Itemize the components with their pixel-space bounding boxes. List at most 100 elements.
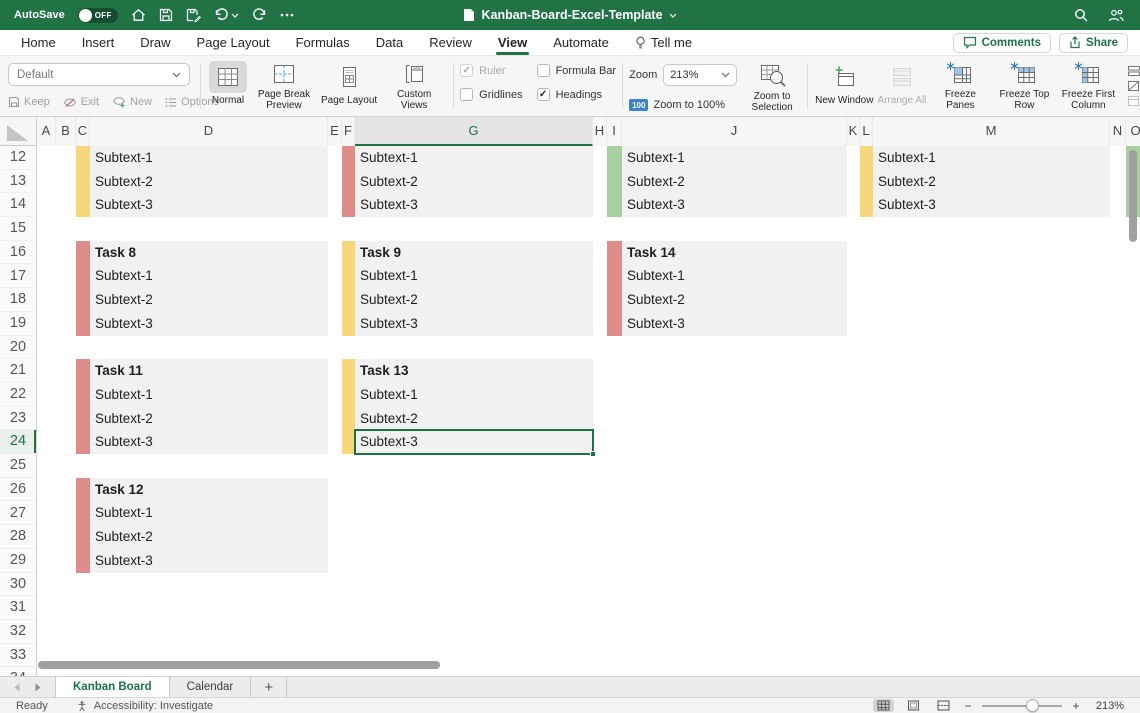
cell-subtext[interactable]: Subtext-1 — [878, 146, 1110, 170]
cell-subtext[interactable]: Subtext-2 — [627, 170, 847, 194]
cell-subtext[interactable]: Subtext-3 — [627, 193, 847, 217]
view-button-normal[interactable]: Normal — [207, 60, 249, 112]
row-header-27[interactable]: 27 — [0, 502, 36, 526]
cell-subtext[interactable]: Subtext-1 — [360, 383, 593, 407]
checkbox-gridlines[interactable]: Gridlines — [460, 88, 522, 101]
tab-draw[interactable]: Draw — [137, 30, 173, 55]
cell-subtext[interactable]: Subtext-2 — [95, 288, 328, 312]
next-sheet-icon[interactable] — [34, 683, 42, 692]
cell-subtext[interactable]: Subtext-3 — [95, 312, 328, 336]
share-button[interactable]: Share — [1059, 33, 1128, 53]
row-header-14[interactable]: 14 — [0, 193, 36, 217]
tab-tell-me[interactable]: Tell me — [632, 30, 695, 55]
add-sheet-button[interactable]: + — [251, 677, 287, 697]
cell-subtext[interactable]: Subtext-2 — [360, 407, 593, 431]
row-header-23[interactable]: 23 — [0, 407, 36, 431]
more-commands-icon[interactable] — [280, 6, 294, 24]
sheet-view-dropdown[interactable]: Default — [8, 63, 190, 86]
column-header-o[interactable]: O — [1126, 117, 1140, 146]
cell-subtext[interactable]: Subtext-3 — [95, 193, 328, 217]
checkbox-formula-bar[interactable]: Formula Bar — [537, 64, 617, 77]
row-header-29[interactable]: 29 — [0, 549, 36, 573]
cell-subtext[interactable]: Subtext-1 — [95, 383, 328, 407]
button-unhide[interactable]: Unhide — [1127, 95, 1140, 107]
prev-sheet-icon[interactable] — [13, 683, 21, 692]
cell-subtext[interactable]: Subtext-1 — [360, 264, 593, 288]
button-keep[interactable]: Keep — [8, 96, 50, 108]
column-header-b[interactable]: B — [56, 117, 76, 146]
tab-page-layout[interactable]: Page Layout — [194, 30, 273, 55]
autosave-toggle[interactable]: OFF — [78, 8, 118, 23]
row-header-17[interactable]: 17 — [0, 265, 36, 289]
comments-button[interactable]: Comments — [953, 33, 1051, 53]
sheet-tab-calendar[interactable]: Calendar — [170, 677, 252, 697]
cell-task-title[interactable]: Task 9 — [360, 241, 593, 265]
button-new-window[interactable]: New Window — [814, 60, 874, 112]
document-title[interactable]: Kanban-Board-Excel-Template — [481, 8, 662, 22]
cell-subtext[interactable]: Subtext-1 — [95, 501, 328, 525]
button-freeze-top-row[interactable]: Freeze Top Row — [993, 60, 1055, 112]
column-header-h[interactable]: H — [593, 117, 607, 146]
sheet-tab-kanban-board[interactable]: Kanban Board — [55, 677, 170, 697]
tab-review[interactable]: Review — [426, 30, 475, 55]
cell-subtext[interactable]: Subtext-1 — [627, 146, 847, 170]
cell-task-title[interactable]: Task 11 — [95, 359, 328, 383]
cell-subtext[interactable]: Subtext-3 — [360, 430, 593, 454]
cell-task-title[interactable]: Task 8 — [95, 241, 328, 265]
column-header-k[interactable]: K — [847, 117, 860, 146]
row-header-19[interactable]: 19 — [0, 312, 36, 336]
cell-subtext[interactable]: Subtext-3 — [878, 193, 1110, 217]
column-header-n[interactable]: N — [1110, 117, 1126, 146]
row-header-22[interactable]: 22 — [0, 383, 36, 407]
view-button-custom-views[interactable]: Custom Views — [381, 60, 447, 112]
cell-subtext[interactable]: Subtext-2 — [360, 288, 593, 312]
cell-subtext[interactable]: Subtext-3 — [95, 549, 328, 573]
row-header-16[interactable]: 16 — [0, 241, 36, 265]
row-header-25[interactable]: 25 — [0, 454, 36, 478]
row-header-20[interactable]: 20 — [0, 336, 36, 360]
row-header-31[interactable]: 31 — [0, 596, 36, 620]
column-header-d[interactable]: D — [90, 117, 328, 146]
share-people-icon[interactable] — [1108, 6, 1124, 24]
accessibility-status[interactable]: Accessibility: Investigate — [76, 700, 213, 712]
row-header-33[interactable]: 33 — [0, 644, 36, 668]
chevron-down-icon[interactable] — [231, 6, 239, 24]
save-icon[interactable] — [159, 6, 173, 24]
tab-insert[interactable]: Insert — [79, 30, 118, 55]
column-header-e[interactable]: E — [328, 117, 342, 146]
page-layout-view-button[interactable] — [903, 699, 924, 712]
tab-automate[interactable]: Automate — [550, 30, 612, 55]
zoom-to-selection-button[interactable]: Zoom to Selection — [743, 60, 801, 112]
cell-task-title[interactable]: Task 13 — [360, 359, 593, 383]
button-split[interactable]: Split — [1127, 65, 1140, 77]
row-header-32[interactable]: 32 — [0, 620, 36, 644]
column-header-l[interactable]: L — [860, 117, 873, 146]
cell-subtext[interactable]: Subtext-2 — [95, 407, 328, 431]
column-header-c[interactable]: C — [76, 117, 90, 146]
button-arrange-all[interactable]: Arrange All — [876, 60, 927, 112]
save-as-icon[interactable] — [186, 6, 201, 24]
normal-view-button[interactable] — [873, 699, 894, 712]
select-all-corner[interactable] — [0, 117, 37, 146]
row-header-24[interactable]: 24 — [0, 430, 36, 454]
view-button-page-layout[interactable]: Page Layout — [319, 60, 379, 112]
horizontal-scrollbar-thumb[interactable] — [38, 661, 440, 669]
page-break-view-button[interactable] — [933, 699, 954, 712]
row-header-18[interactable]: 18 — [0, 288, 36, 312]
cell-subtext[interactable]: Subtext-2 — [95, 525, 328, 549]
cell-subtext[interactable]: Subtext-2 — [95, 170, 328, 194]
button-freeze-first-column[interactable]: Freeze First Column — [1057, 60, 1119, 112]
row-header-12[interactable]: 12 — [0, 146, 36, 170]
zoom-out-button[interactable]: − — [963, 699, 973, 713]
button-hide[interactable]: Hide — [1127, 80, 1140, 92]
cell-subtext[interactable]: Subtext-2 — [360, 170, 593, 194]
column-header-a[interactable]: A — [37, 117, 56, 146]
column-header-i[interactable]: I — [607, 117, 622, 146]
view-button-page-break-preview[interactable]: Page Break Preview — [251, 60, 317, 112]
tab-data[interactable]: Data — [373, 30, 406, 55]
checkbox-ruler[interactable]: ✓Ruler — [460, 64, 522, 77]
row-header-21[interactable]: 21 — [0, 359, 36, 383]
row-header-30[interactable]: 30 — [0, 573, 36, 597]
status-zoom-value[interactable]: 213% — [1090, 700, 1124, 712]
column-header-m[interactable]: M — [873, 117, 1110, 146]
